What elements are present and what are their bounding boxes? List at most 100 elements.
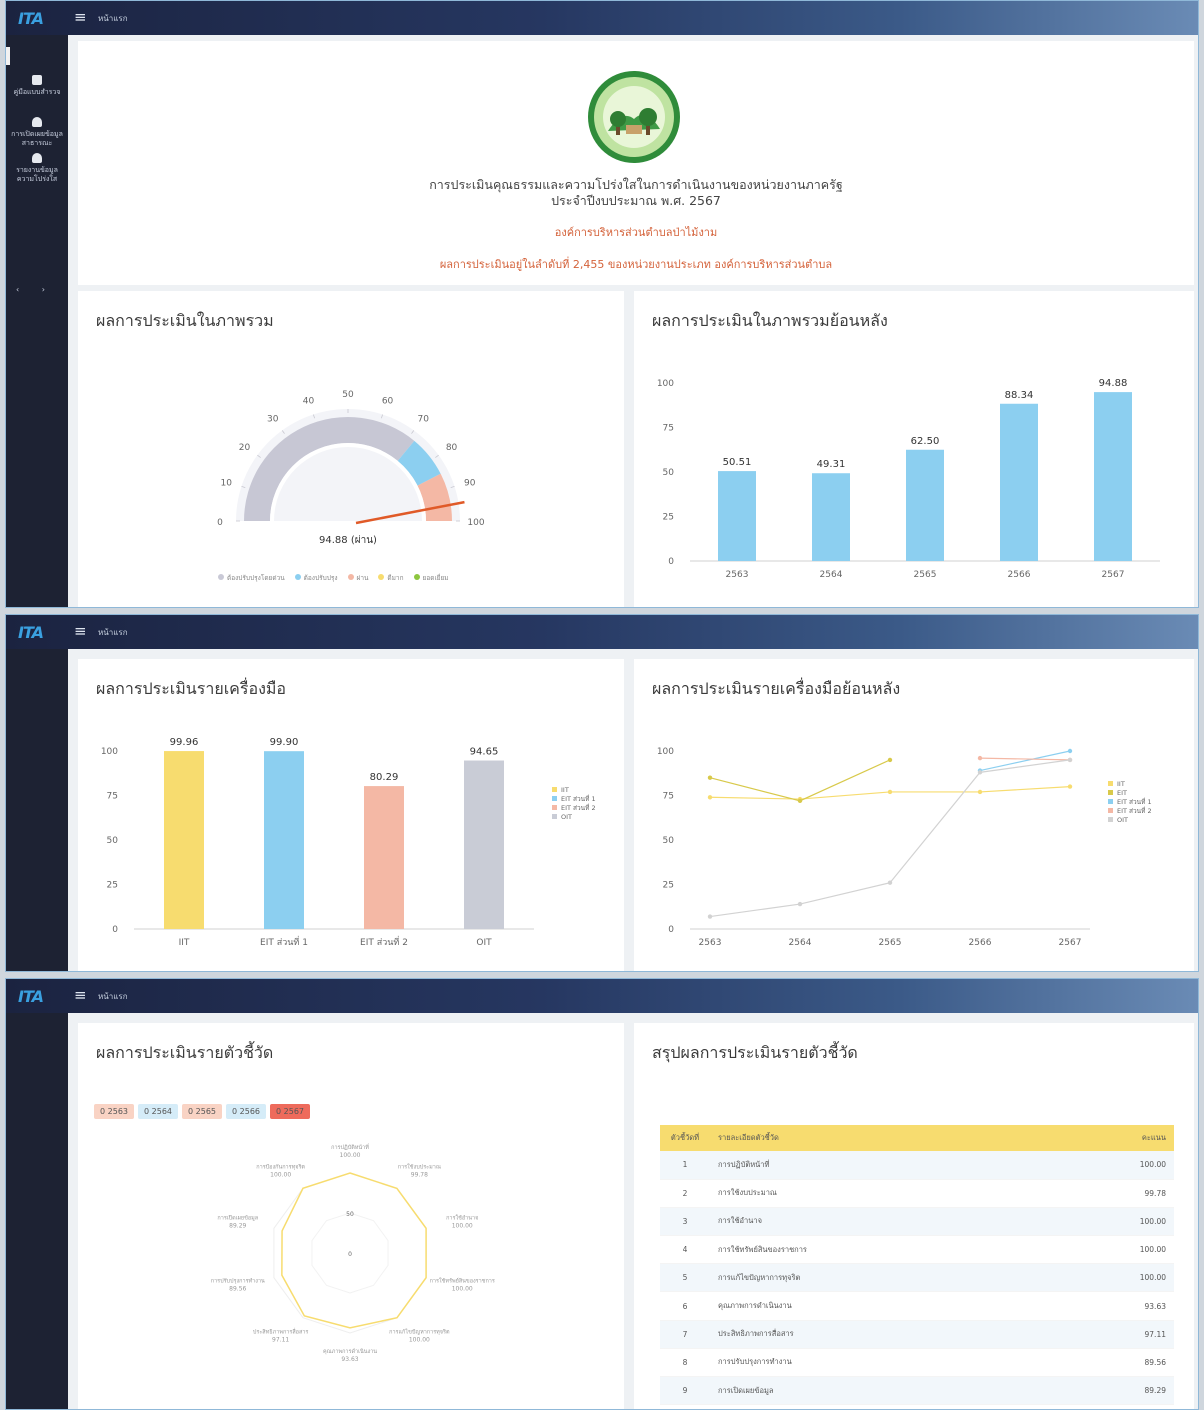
indicator-score: 100.00 [1040, 1235, 1174, 1265]
legend-label: ต้องปรับปรุง [303, 574, 338, 582]
summary-card: สรุปผลการประเมินรายตัวชี้วัด ตัวชี้วัดที… [634, 1023, 1194, 1409]
menu-icon[interactable]: ≡ [74, 986, 87, 1004]
legend-label: EIT ส่วนที่ 1 [561, 794, 596, 803]
col-header-detail: รายละเอียดตัวชี้วัด [710, 1125, 1041, 1151]
table-row: 4 การใช้ทรัพย์สินของราชการ 100.00 [660, 1235, 1174, 1265]
table-row: 8 การปรับปรุงการทำงาน 89.56 [660, 1348, 1174, 1378]
gauge-score-label: 94.88 (ผ่าน) [319, 535, 377, 546]
x-tick-label: 2565 [914, 570, 937, 580]
legend-swatch [347, 574, 354, 580]
table-row: 3 การใช้อำนาจ 100.00 [660, 1207, 1174, 1237]
legend-label: EIT ส่วนที่ 2 [561, 803, 596, 812]
bar [718, 471, 756, 561]
title-line-1: การประเมินคุณธรรมและความโปร่งใสในการดำเน… [429, 177, 843, 192]
collapse-arrows-icon[interactable]: ‹ › [16, 285, 55, 294]
y-tick-label: 75 [663, 792, 674, 802]
radar-tick-label: 50 [346, 1211, 354, 1218]
table-row: 7 ประสิทธิภาพการสื่อสาร 97.11 [660, 1320, 1174, 1349]
series-point [707, 775, 713, 780]
series-line [709, 759, 891, 802]
y-tick-label: 25 [663, 513, 674, 523]
x-tick-label: 2564 [789, 938, 812, 948]
gauge-tick-label: 30 [267, 414, 279, 424]
sidebar-item-disclosure[interactable]: การเปิดเผยข้อมูลสาธารณะ [8, 117, 66, 148]
sidebar-item-label: รายงานข้อมูลความโปร่งใส [16, 166, 58, 183]
radar-axis-label: การใช้ทรัพย์สินของราชการ [430, 1278, 495, 1285]
breadcrumb[interactable]: หน้าแรก [98, 990, 128, 1003]
ita-logo[interactable]: ITA [18, 623, 44, 642]
tools-bar-chart: 0 25 50 75 100 99.96 IIT 99.90 EIT ส่วนที่ 1 80.2… [101, 737, 596, 948]
radar-axis-label: การใช้อำนาจ [446, 1214, 478, 1221]
series-point [1067, 748, 1073, 754]
series-point [977, 789, 983, 795]
legend-swatch [1108, 808, 1113, 813]
legend-item[interactable]: ต้องปรับปรุง [294, 573, 338, 583]
panel-indicators: ITA ≡ หน้าแรก ผลการประเมินรายตัวชี้วัด 0… [5, 978, 1199, 1410]
legend-swatch [552, 787, 557, 792]
breadcrumb[interactable]: หน้าแรก [98, 12, 128, 25]
indicator-detail: การใช้ทรัพย์สินของราชการ [710, 1235, 1041, 1265]
header-card: การประเมินคุณธรรมและความโปร่งใสในการดำเน… [78, 41, 1194, 285]
bar-value-label: 94.88 [1099, 378, 1128, 389]
y-tick-label: 100 [657, 747, 674, 757]
ita-logo[interactable]: ITA [18, 9, 44, 28]
indicator-number: 7 [660, 1320, 710, 1349]
history-card: ผลการประเมินในภาพรวมย้อนหลัง 0 25 50 75 100 5… [634, 291, 1194, 607]
breadcrumb[interactable]: หน้าแรก [98, 626, 128, 639]
indicator-score: 99.78 [1040, 1179, 1174, 1208]
indicator-number: 1 [660, 1151, 710, 1180]
indicator-number: 8 [660, 1348, 710, 1378]
menu-icon[interactable]: ≡ [74, 622, 87, 640]
radar-value-label: 97.11 [272, 1337, 289, 1344]
series-point [887, 789, 893, 795]
x-tick-label: 2566 [969, 938, 992, 948]
radar-axis-label: การแก้ไขปัญหาการทุจริต [389, 1329, 450, 1336]
bar [364, 786, 404, 929]
sidebar-item-report[interactable]: รายงานข้อมูลความโปร่งใส [8, 153, 66, 184]
x-tick-label: 2563 [699, 938, 722, 948]
table-row: 1 การปฏิบัติหน้าที่ 100.00 [660, 1151, 1174, 1180]
ita-logo[interactable]: ITA [18, 987, 44, 1006]
radar-value-label: 89.56 [229, 1286, 246, 1293]
legend-swatch [552, 796, 557, 801]
bar [464, 760, 504, 929]
series-point [977, 770, 983, 775]
radar-series-line [281, 1172, 427, 1329]
legend-item[interactable]: ผ่าน [347, 573, 368, 583]
legend-swatch [1108, 790, 1113, 795]
tools-history-line-chart: 02550751002563 2564 2565 2566 2567IITEITEIT … [657, 747, 1152, 948]
radar-value-label: 100.00 [452, 1286, 473, 1293]
series-point [797, 901, 803, 907]
y-tick-label: 0 [112, 925, 118, 935]
col-header-no: ตัวชี้วัดที่ [660, 1125, 710, 1151]
indicator-number: 9 [660, 1376, 710, 1406]
org-name: องค์การบริหารส่วนตำบลป่าไม้งาม [554, 226, 718, 239]
legend-swatch [1108, 817, 1113, 822]
y-tick-label: 50 [107, 836, 119, 846]
legend-item[interactable]: ดีมาก [378, 573, 404, 583]
summary-title: สรุปผลการประเมินรายตัวชี้วัด [652, 1043, 858, 1062]
radar-axis-label: การปฏิบัติหน้าที่ [331, 1143, 369, 1151]
sidebar: คู่มือแบบสำรวจ การเปิดเผยข้อมูลสาธารณะ ร… [6, 35, 68, 607]
gauge-legend: ต้องปรับปรุงโดยด่วน ต้องปรับปรุง ผ่าน ดีมาก… [218, 573, 449, 583]
indicator-number: 10 [660, 1404, 710, 1409]
legend-item[interactable]: ต้องปรับปรุงโดยด่วน [218, 573, 285, 583]
indicator-detail: ประสิทธิภาพการสื่อสาร [710, 1320, 1041, 1349]
legend-item[interactable]: ยอดเยี่ยม [413, 573, 449, 583]
indicator-score: 100.00 [1040, 1207, 1174, 1237]
x-tick-label: 2566 [1008, 570, 1031, 580]
indicator-score: 100.00 [1040, 1404, 1174, 1409]
report-icon [32, 153, 42, 163]
series-point [887, 880, 893, 885]
legend-swatch [1108, 781, 1113, 786]
history-bar-chart: 0 25 50 75 100 50.51 2563 49.31 2564 62.50 2565 88.… [657, 378, 1160, 580]
indicator-detail: การป้องกันการทุจริต [710, 1404, 1041, 1409]
radar-value-label: 99.78 [411, 1171, 428, 1178]
sidebar-item-manual[interactable]: คู่มือแบบสำรวจ [8, 75, 66, 97]
y-tick-label: 25 [107, 881, 118, 891]
menu-icon[interactable]: ≡ [74, 8, 87, 26]
top-bar: ITA ≡ หน้าแรก [6, 979, 1198, 1013]
bar [164, 751, 204, 929]
legend-label: OIT [561, 813, 572, 821]
gauge-chart: 0 10 20 30 40 50 60 70 80 90 100 94.88 (ผ่าน) [217, 390, 485, 546]
